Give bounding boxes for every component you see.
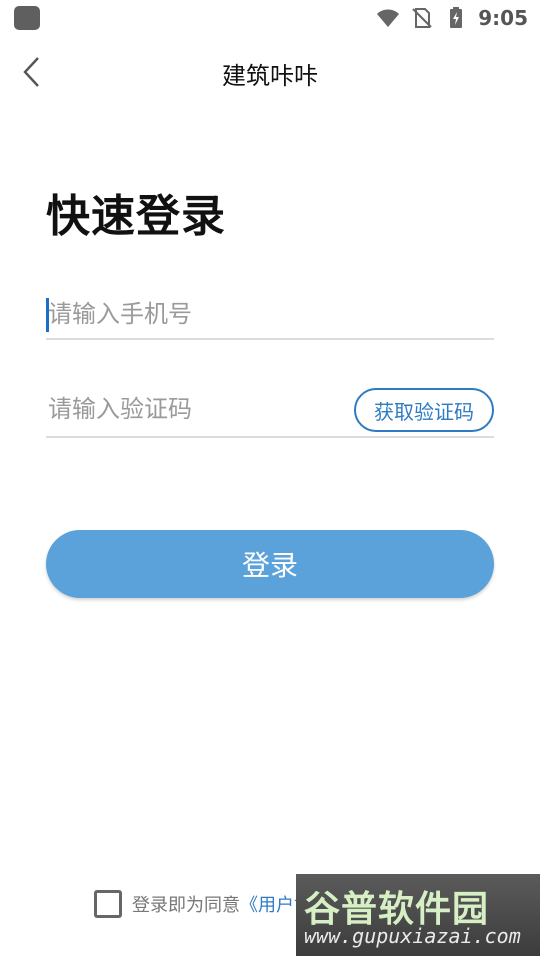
phone-field (46, 290, 494, 340)
agreement-row: 登录即为同意 《用户协 (94, 888, 312, 920)
watermark-url: www.gupuxiazai.com (304, 924, 521, 948)
phone-input[interactable] (46, 290, 494, 338)
watermark-logo: 谷普软件园 www.gupuxiazai.com (296, 874, 540, 956)
code-field: 获取验证码 (46, 382, 494, 438)
login-screen: 9:05 建筑咔咔 快速登录 获取验证码 登录 登录即为同意 《用户协 谷普软件… (0, 0, 540, 960)
no-sim-icon (412, 8, 432, 28)
status-time: 9:05 (478, 6, 528, 30)
wifi-icon (377, 9, 400, 27)
page-title: 快速登录 (46, 191, 226, 242)
status-bar: 9:05 (0, 0, 540, 36)
text-cursor (46, 298, 49, 332)
header-title: 建筑咔咔 (222, 62, 318, 90)
login-button[interactable]: 登录 (46, 530, 494, 598)
header: 建筑咔咔 (0, 44, 540, 100)
agreement-text: 登录即为同意 (132, 895, 240, 916)
agree-checkbox[interactable] (94, 890, 122, 918)
status-icons: 9:05 (376, 4, 528, 32)
app-icon (14, 6, 40, 30)
get-code-button[interactable]: 获取验证码 (354, 388, 494, 432)
battery-charging-icon (450, 7, 463, 28)
